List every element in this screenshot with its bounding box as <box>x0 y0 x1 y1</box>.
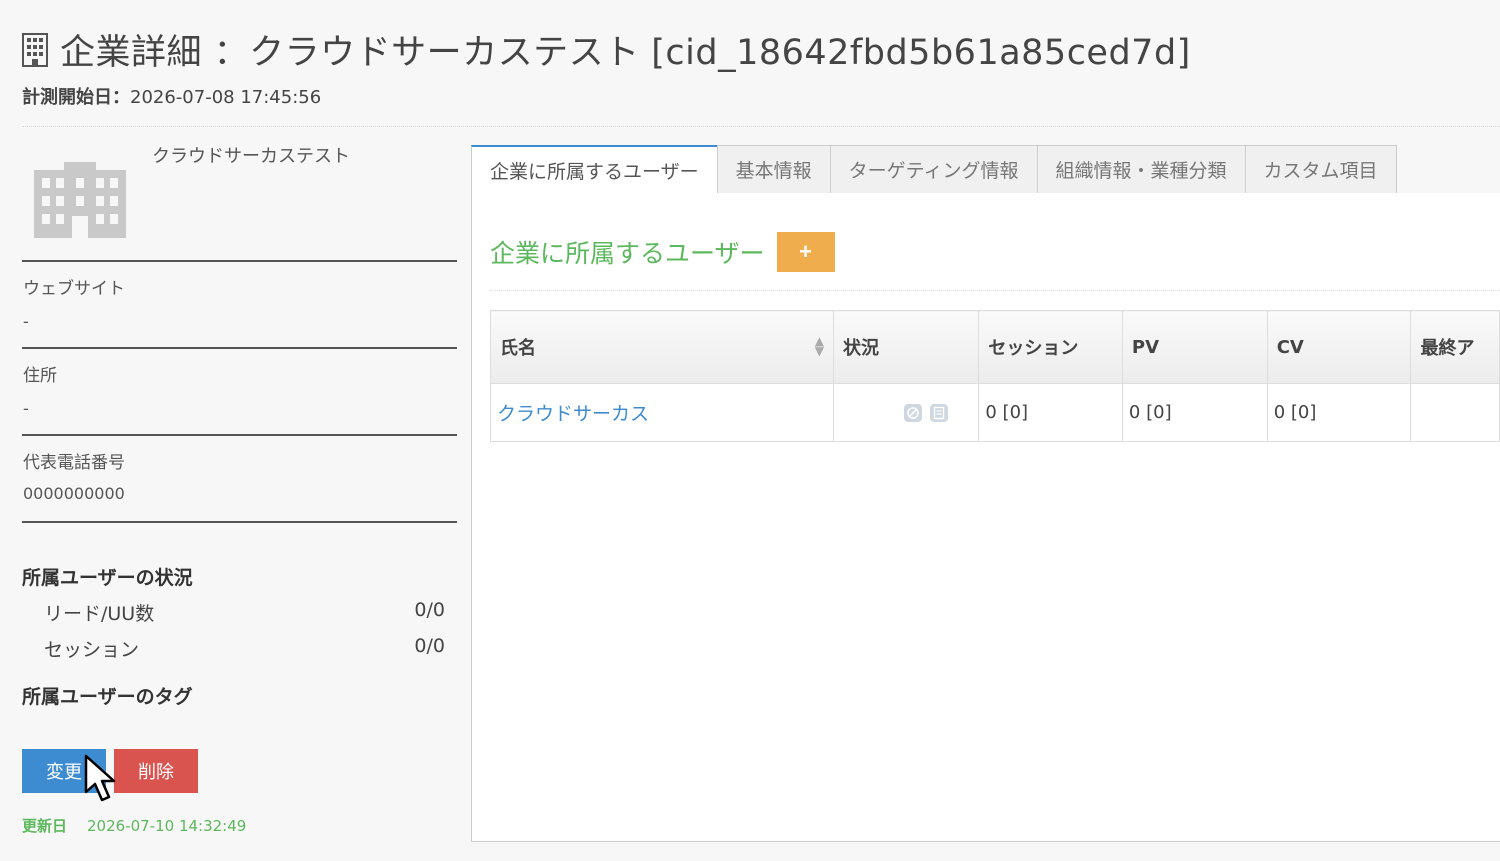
col-session: セッション <box>978 310 1123 384</box>
stat-sessions: セッション 0/0 <box>22 635 457 662</box>
user-name-cell: クラウドサーカス <box>490 383 834 442</box>
user-last-access-cell <box>1410 383 1500 442</box>
phone-label: 代表電話番号 <box>23 453 125 473</box>
user-cv-cell: 0 [0] <box>1266 383 1412 442</box>
stat-sessions-value: 0/0 <box>414 635 445 657</box>
building-icon <box>22 32 48 67</box>
col-status: 状況 <box>832 310 980 384</box>
tab-targeting[interactable]: ターゲティング情報 <box>829 145 1038 194</box>
updated-date: 更新日 2026-07-10 14:32:49 <box>22 815 457 836</box>
stat-leads: リード/UU数 0/0 <box>22 599 457 626</box>
table-row: クラウドサーカス 0 [0] 0 [0] 0 [0] <box>490 383 1500 442</box>
phone-field: 代表電話番号 0000000000 <box>22 436 457 523</box>
tab-bar: 企業に所属するユーザー 基本情報 ターゲティング情報 組織情報・業種分類 カスタ… <box>471 145 1397 194</box>
col-cv: CV <box>1266 310 1412 384</box>
sort-icon[interactable]: ▲ ▼ <box>815 335 824 357</box>
user-session-cell: 0 [0] <box>978 383 1123 442</box>
updated-value: 2026-07-10 14:32:49 <box>87 817 247 835</box>
company-building-icon <box>34 162 126 238</box>
phone-value: 0000000000 <box>23 484 125 503</box>
stat-leads-label: リード/UU数 <box>44 603 155 625</box>
col-last-access: 最終ア <box>1410 310 1500 384</box>
stat-sessions-label: セッション <box>44 639 140 661</box>
address-label: 住所 <box>23 366 57 386</box>
panel-header: 企業に所属するユーザー + <box>490 232 835 272</box>
table-header-row: 氏名 ▲ ▼ 状況 セッション PV CV 最終ア <box>490 310 1500 384</box>
company-name: クラウドサーカステスト <box>152 146 350 167</box>
address-value: - <box>23 399 29 418</box>
delete-button[interactable]: 削除 <box>114 749 198 793</box>
tab-custom-fields[interactable]: カスタム項目 <box>1244 145 1397 194</box>
block-icon[interactable] <box>904 403 923 422</box>
user-pv-cell: 0 [0] <box>1121 383 1268 442</box>
users-table: 氏名▲▼ 状況 セッション PV CV 最終ア クラウドサーカス 0 [0] <box>490 310 1500 442</box>
user-tags-heading: 所属ユーザーのタグ <box>22 686 193 708</box>
page-header: 企業詳細 ：クラウドサーカステスト [cid_18642fbd5b61a85ce… <box>22 24 1191 109</box>
user-status-cell <box>832 383 980 442</box>
add-user-button[interactable]: + <box>776 232 835 272</box>
tab-users[interactable]: 企業に所属するユーザー <box>471 145 718 194</box>
measure-start-label: 計測開始日： <box>22 87 130 108</box>
col-pv: PV <box>1121 310 1268 384</box>
address-field: 住所 - <box>22 349 457 436</box>
header-divider <box>22 126 1500 127</box>
measure-start-value: 2026-07-08 17:45:56 <box>130 87 322 108</box>
edit-button[interactable]: 変更 <box>22 749 106 793</box>
tab-basic-info[interactable]: 基本情報 <box>716 145 831 194</box>
user-status-heading: 所属ユーザーの状況 <box>22 567 193 589</box>
document-icon[interactable] <box>930 403 949 422</box>
company-sidebar: クラウドサーカステスト ウェブサイト - 住所 - 代表電話番号 0000000… <box>22 140 457 836</box>
stat-leads-value: 0/0 <box>414 599 445 621</box>
panel-divider <box>490 290 1500 291</box>
tab-organization[interactable]: 組織情報・業種分類 <box>1036 145 1246 194</box>
page-title: 企業詳細 ：クラウドサーカステスト [cid_18642fbd5b61a85ce… <box>60 33 1191 73</box>
company-summary: クラウドサーカステスト <box>22 140 457 262</box>
action-buttons: 変更 削除 <box>22 749 457 793</box>
measure-start: 計測開始日：2026-07-08 17:45:56 <box>22 83 1191 109</box>
user-name-link[interactable]: クラウドサーカス <box>497 403 649 425</box>
website-field: ウェブサイト - <box>22 262 457 349</box>
panel-title: 企業に所属するユーザー <box>490 239 765 268</box>
website-value: - <box>23 312 29 331</box>
col-name[interactable]: 氏名 ▲ ▼ <box>490 310 834 384</box>
website-label: ウェブサイト <box>23 279 125 299</box>
updated-label: 更新日 <box>22 817 68 835</box>
